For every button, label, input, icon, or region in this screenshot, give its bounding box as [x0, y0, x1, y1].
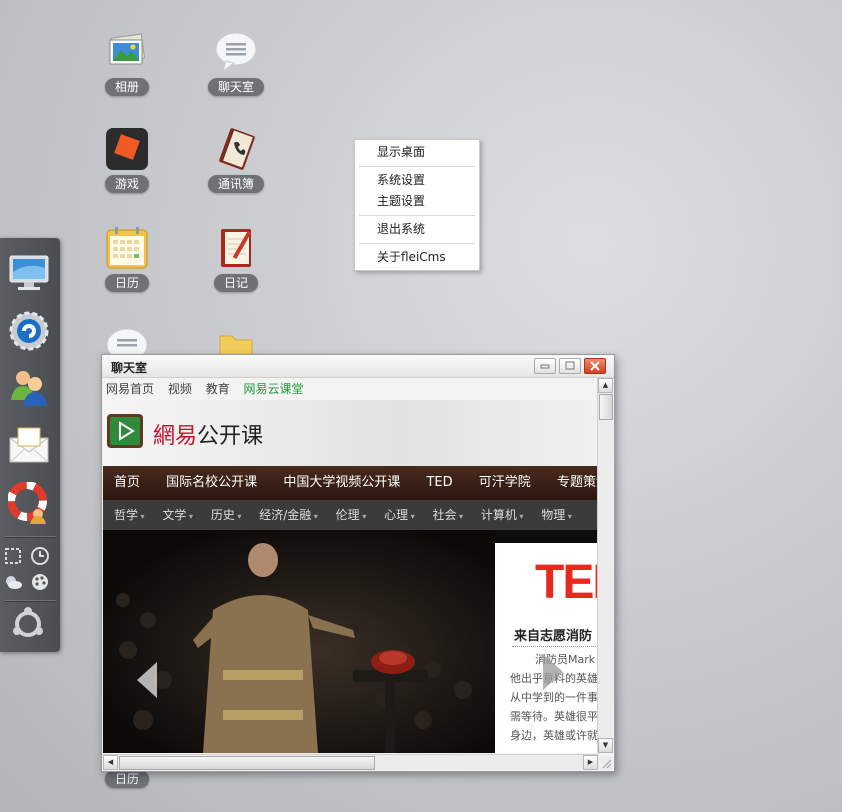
diary-icon — [214, 226, 258, 270]
chatroom-window: 聊天室 网易首页 视频 教育 网易云课堂 網易公开课 首页 国际名校公开课 中国… — [101, 354, 615, 772]
window-titlebar[interactable]: 聊天室 — [102, 355, 614, 378]
dock-monitor-icon[interactable] — [8, 252, 50, 294]
menu-separator — [359, 215, 475, 216]
screenshot-icon[interactable] — [3, 546, 23, 566]
context-menu: 显示桌面 系统设置 主题设置 退出系统 关于fleiCms — [354, 139, 480, 271]
dock-start-icon[interactable] — [10, 606, 46, 642]
logo-text-netease: 網易 — [153, 424, 198, 449]
menu-item-theme-settings[interactable]: 主题设置 — [355, 191, 479, 212]
subnav-computer[interactable]: 计算机 — [481, 508, 524, 522]
hero-banner[interactable]: TED 来自志愿消防 消防员Mark 他出乎意料的英雄 从中学到的一件事 需等待… — [103, 530, 598, 753]
desktop-icon-diary[interactable]: 日记 — [201, 226, 271, 292]
maximize-icon — [565, 361, 575, 370]
ted-line-5: 身边，英雄或许就 — [510, 729, 598, 742]
scroll-right-button[interactable]: ▶ — [583, 755, 598, 770]
main-nav: 首页 国际名校公开课 中国大学视频公开课 TED 可汗学院 专题策划 — [103, 466, 598, 500]
desktop-icon-label: 相册 — [104, 78, 149, 96]
link-video[interactable]: 视频 — [168, 382, 192, 396]
calendar-icon — [105, 226, 149, 270]
logo-text-open-course: 公开课 — [197, 424, 264, 449]
horizontal-scroll-thumb[interactable] — [119, 756, 375, 770]
desktop-icon-label: 日历 — [104, 770, 149, 788]
window-title: 聊天室 — [111, 361, 148, 375]
desktop-icon-label: 聊天室 — [207, 78, 264, 96]
ted-line-4: 需等待。英雄很平 — [510, 710, 598, 723]
subnav-history[interactable]: 历史 — [211, 508, 242, 522]
menu-item-system-settings[interactable]: 系统设置 — [355, 170, 479, 191]
ted-card[interactable]: TED 来自志愿消防 消防员Mark 他出乎意料的英雄 从中学到的一件事 需等待… — [495, 543, 598, 753]
minimize-button[interactable] — [534, 358, 556, 374]
maximize-button[interactable] — [559, 358, 581, 374]
nav-khan[interactable]: 可汗学院 — [479, 475, 531, 490]
scroll-down-button[interactable]: ▼ — [598, 738, 613, 753]
menu-separator — [359, 243, 475, 244]
dock-browser-icon[interactable] — [8, 310, 50, 352]
nav-cn-university[interactable]: 中国大学视频公开课 — [283, 475, 400, 490]
ted-logo: TED — [535, 556, 598, 609]
site-logo-text[interactable]: 網易公开课 — [153, 418, 263, 450]
nav-ted[interactable]: TED — [426, 475, 452, 490]
subnav-literature[interactable]: 文学 — [162, 508, 193, 522]
sub-nav: 哲学 文学 历史 经济/金融 伦理 心理 社会 计算机 物理 — [103, 500, 598, 530]
desktop-icon-calendar-2[interactable]: 日历 — [92, 770, 162, 788]
menu-item-show-desktop[interactable]: 显示桌面 — [355, 142, 479, 163]
minimize-icon — [540, 364, 550, 369]
horizontal-scrollbar[interactable]: ◀ ▶ — [103, 754, 598, 770]
subnav-ethics[interactable]: 伦理 — [336, 508, 367, 522]
site-top-links: 网易首页 视频 教育 网易云课堂 — [103, 378, 598, 400]
ted-headline: 来自志愿消防 — [514, 629, 593, 644]
dock-sidebar — [0, 238, 60, 652]
menu-separator — [359, 166, 475, 167]
close-button[interactable] — [584, 358, 606, 374]
desktop-icon-calendar[interactable]: 日历 — [92, 226, 162, 292]
embedded-webpage: 网易首页 视频 教育 网易云课堂 網易公开课 首页 国际名校公开课 中国大学视频… — [103, 378, 598, 753]
nav-home[interactable]: 首页 — [114, 475, 140, 490]
desktop-icon-games[interactable]: 游戏 — [92, 127, 162, 193]
link-netease-home[interactable]: 网易首页 — [106, 382, 154, 396]
resize-grip-icon[interactable] — [599, 756, 613, 770]
link-education[interactable]: 教育 — [206, 382, 230, 396]
desktop-icon-addressbook[interactable]: 通讯簿 — [201, 127, 271, 193]
clock-icon[interactable] — [30, 546, 50, 566]
subnav-philosophy[interactable]: 哲学 — [114, 508, 145, 522]
address-book-icon — [214, 127, 258, 171]
desktop-icon-label: 通讯簿 — [207, 175, 264, 193]
next-slide-arrow[interactable] — [541, 652, 567, 695]
scroll-left-button[interactable]: ◀ — [103, 755, 118, 770]
desktop-icon-album[interactable]: 相册 — [92, 30, 162, 96]
photo-album-icon — [105, 30, 149, 74]
scroll-up-button[interactable]: ▲ — [598, 378, 613, 393]
dock-mail-icon[interactable] — [8, 424, 50, 466]
dock-divider — [4, 536, 56, 538]
ted-divider — [512, 646, 598, 647]
menu-item-logout[interactable]: 退出系统 — [355, 219, 479, 240]
site-logo-band: 網易公开课 — [103, 400, 598, 466]
desktop-icon-label: 日记 — [213, 274, 258, 292]
vertical-scrollbar[interactable]: ▲ ▼ — [597, 378, 613, 753]
close-icon — [590, 361, 600, 371]
nav-intl-courses[interactable]: 国际名校公开课 — [166, 475, 257, 490]
subnav-physics[interactable]: 物理 — [541, 508, 572, 522]
menu-item-about[interactable]: 关于fleiCms — [355, 247, 479, 268]
vertical-scroll-thumb[interactable] — [599, 394, 613, 420]
subnav-society[interactable]: 社会 — [432, 508, 463, 522]
desktop-icon-chatroom[interactable]: 聊天室 — [201, 30, 271, 96]
prev-slide-arrow[interactable] — [133, 660, 159, 703]
dock-divider — [4, 600, 56, 602]
dock-support-icon[interactable] — [7, 481, 50, 524]
palette-icon[interactable] — [30, 572, 50, 592]
weather-icon[interactable] — [3, 572, 23, 592]
nav-special[interactable]: 专题策划 — [557, 475, 598, 490]
speaker-photo — [103, 530, 495, 753]
dock-users-icon[interactable] — [8, 366, 50, 408]
play-logo-icon[interactable] — [106, 413, 144, 449]
subnav-economics[interactable]: 经济/金融 — [259, 508, 318, 522]
game-icon — [105, 127, 149, 171]
link-cloud-classroom[interactable]: 网易云课堂 — [244, 382, 304, 396]
subnav-psychology[interactable]: 心理 — [384, 508, 415, 522]
desktop-icon-label: 日历 — [104, 274, 149, 292]
desktop-icon-label: 游戏 — [104, 175, 149, 193]
chat-bubble-icon — [214, 30, 258, 74]
